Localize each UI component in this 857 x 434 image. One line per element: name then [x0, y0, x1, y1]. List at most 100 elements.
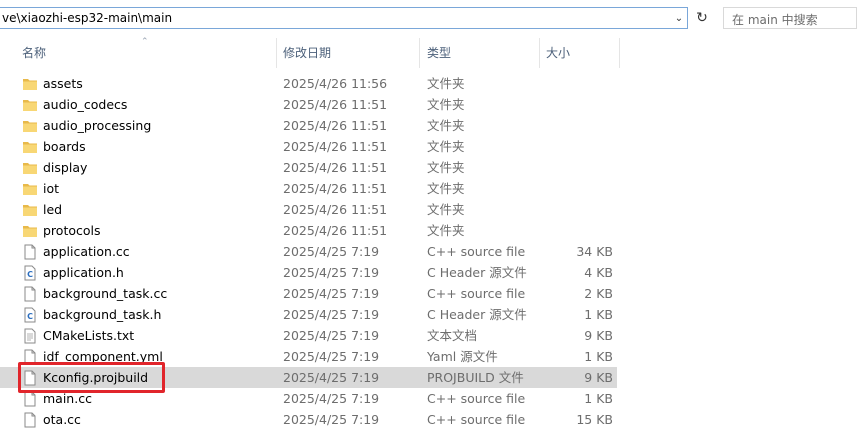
file-row[interactable]: audio_codecs 2025/4/26 11:51 文件夹 — [0, 94, 617, 115]
file-row[interactable]: protocols 2025/4/26 11:51 文件夹 — [0, 220, 617, 241]
file-size: 9 KB — [584, 328, 613, 343]
file-name: assets — [43, 76, 83, 91]
folder-icon — [22, 97, 38, 113]
file-date: 2025/4/25 7:19 — [283, 265, 380, 280]
folder-icon — [22, 223, 38, 239]
svg-text:C: C — [27, 270, 33, 279]
file-date: 2025/4/26 11:51 — [283, 97, 388, 112]
file-name: application.h — [43, 265, 124, 280]
column-date-header[interactable]: 修改日期 — [283, 38, 331, 68]
folder-icon — [22, 202, 38, 218]
file-name: display — [43, 160, 88, 175]
file-date: 2025/4/26 11:51 — [283, 181, 388, 196]
file-date: 2025/4/25 7:19 — [283, 307, 380, 322]
file-type: C Header 源文件 — [427, 265, 527, 280]
file-icon — [22, 412, 38, 428]
file-size: 2 KB — [584, 286, 613, 301]
c-header-icon: C — [22, 265, 38, 281]
column-type-header[interactable]: 类型 — [427, 38, 451, 68]
file-row[interactable]: CMakeLists.txt 2025/4/25 7:19 文本文档 9 KB — [0, 325, 617, 346]
file-row[interactable]: Cbackground_task.h 2025/4/25 7:19 C Header… — [0, 304, 617, 325]
file-name: application.cc — [43, 244, 130, 259]
folder-icon — [22, 118, 38, 134]
file-date: 2025/4/25 7:19 — [283, 328, 380, 343]
file-name: CMakeLists.txt — [43, 328, 135, 343]
file-date: 2025/4/26 11:51 — [283, 202, 388, 217]
svg-text:C: C — [27, 312, 33, 321]
file-type: C++ source file — [427, 286, 526, 301]
file-type: 文件夹 — [427, 160, 465, 175]
highlight-annotation — [18, 362, 165, 393]
sort-ascending-icon: ⌃ — [141, 37, 149, 47]
file-type: 文件夹 — [427, 181, 465, 196]
column-separator[interactable] — [419, 38, 420, 68]
column-name-header[interactable]: 名称 — [22, 38, 46, 68]
file-type: C++ source file — [427, 412, 526, 427]
file-type: PROJBUILD 文件 — [427, 370, 524, 385]
file-date: 2025/4/26 11:51 — [283, 223, 388, 238]
file-size: 1 KB — [584, 307, 613, 322]
folder-icon — [22, 181, 38, 197]
file-name: iot — [43, 181, 60, 196]
file-type: C Header 源文件 — [427, 307, 527, 322]
file-size: 9 KB — [584, 370, 613, 385]
column-header: 名称 ⌃ 修改日期 类型 大小 — [0, 37, 857, 68]
file-date: 2025/4/25 7:19 — [283, 286, 380, 301]
file-type: C++ source file — [427, 391, 526, 406]
file-row[interactable]: led 2025/4/26 11:51 文件夹 — [0, 199, 617, 220]
file-type: Yaml 源文件 — [427, 349, 498, 364]
column-separator[interactable] — [539, 38, 540, 68]
file-row[interactable]: application.cc 2025/4/25 7:19 C++ source f… — [0, 241, 617, 262]
refresh-icon[interactable]: ↻ — [692, 8, 712, 28]
file-size: 15 KB — [576, 412, 613, 427]
file-size: 1 KB — [584, 349, 613, 364]
file-type: 文件夹 — [427, 223, 465, 238]
chevron-down-icon[interactable]: ⌄ — [673, 12, 685, 24]
search-input[interactable]: 在 main 中搜索 — [723, 7, 857, 29]
toolbar: ve\xiaozhi-esp32-main\main ⌄ ↻ 在 main 中搜… — [0, 0, 857, 38]
folder-icon — [22, 139, 38, 155]
file-type: 文件夹 — [427, 118, 465, 133]
file-icon — [22, 391, 38, 407]
file-date: 2025/4/26 11:56 — [283, 76, 388, 91]
c-header-icon: C — [22, 307, 38, 323]
file-date: 2025/4/25 7:19 — [283, 391, 380, 406]
file-icon — [22, 286, 38, 302]
file-row[interactable]: background_task.cc 2025/4/25 7:19 C++ sour… — [0, 283, 617, 304]
text-file-icon — [22, 328, 38, 344]
file-type: 文本文档 — [427, 328, 478, 343]
file-name: background_task.h — [43, 307, 162, 322]
file-date: 2025/4/25 7:19 — [283, 370, 380, 385]
address-path[interactable]: ve\xiaozhi-esp32-main\main — [2, 11, 172, 25]
file-row[interactable]: iot 2025/4/26 11:51 文件夹 — [0, 178, 617, 199]
file-type: 文件夹 — [427, 202, 465, 217]
file-row[interactable]: display 2025/4/26 11:51 文件夹 — [0, 157, 617, 178]
file-name: protocols — [43, 223, 101, 238]
file-size: 34 KB — [576, 244, 613, 259]
file-date: 2025/4/25 7:19 — [283, 349, 380, 364]
column-size-header[interactable]: 大小 — [546, 38, 570, 68]
file-row[interactable]: audio_processing 2025/4/26 11:51 文件夹 — [0, 115, 617, 136]
file-type: 文件夹 — [427, 97, 465, 112]
file-size: 1 KB — [584, 391, 613, 406]
file-row[interactable]: boards 2025/4/26 11:51 文件夹 — [0, 136, 617, 157]
file-icon — [22, 244, 38, 260]
file-row[interactable]: ota.cc 2025/4/25 7:19 C++ source file 15 KB — [0, 409, 617, 430]
file-date: 2025/4/25 7:19 — [283, 244, 380, 259]
file-name: ota.cc — [43, 412, 81, 427]
column-separator[interactable] — [619, 38, 620, 68]
file-name: boards — [43, 139, 86, 154]
file-type: 文件夹 — [427, 139, 465, 154]
file-name: audio_codecs — [43, 97, 128, 112]
file-date: 2025/4/26 11:51 — [283, 139, 388, 154]
column-separator[interactable] — [276, 38, 277, 68]
address-bar[interactable]: ve\xiaozhi-esp32-main\main ⌄ — [0, 7, 688, 29]
file-name: audio_processing — [43, 118, 152, 133]
file-size: 4 KB — [584, 265, 613, 280]
file-row[interactable]: Capplication.h 2025/4/25 7:19 C Header 源文件… — [0, 262, 617, 283]
folder-icon — [22, 76, 38, 92]
file-row[interactable]: assets 2025/4/26 11:56 文件夹 — [0, 73, 617, 94]
file-date: 2025/4/26 11:51 — [283, 160, 388, 175]
file-name: background_task.cc — [43, 286, 168, 301]
search-placeholder: 在 main 中搜索 — [732, 13, 818, 27]
